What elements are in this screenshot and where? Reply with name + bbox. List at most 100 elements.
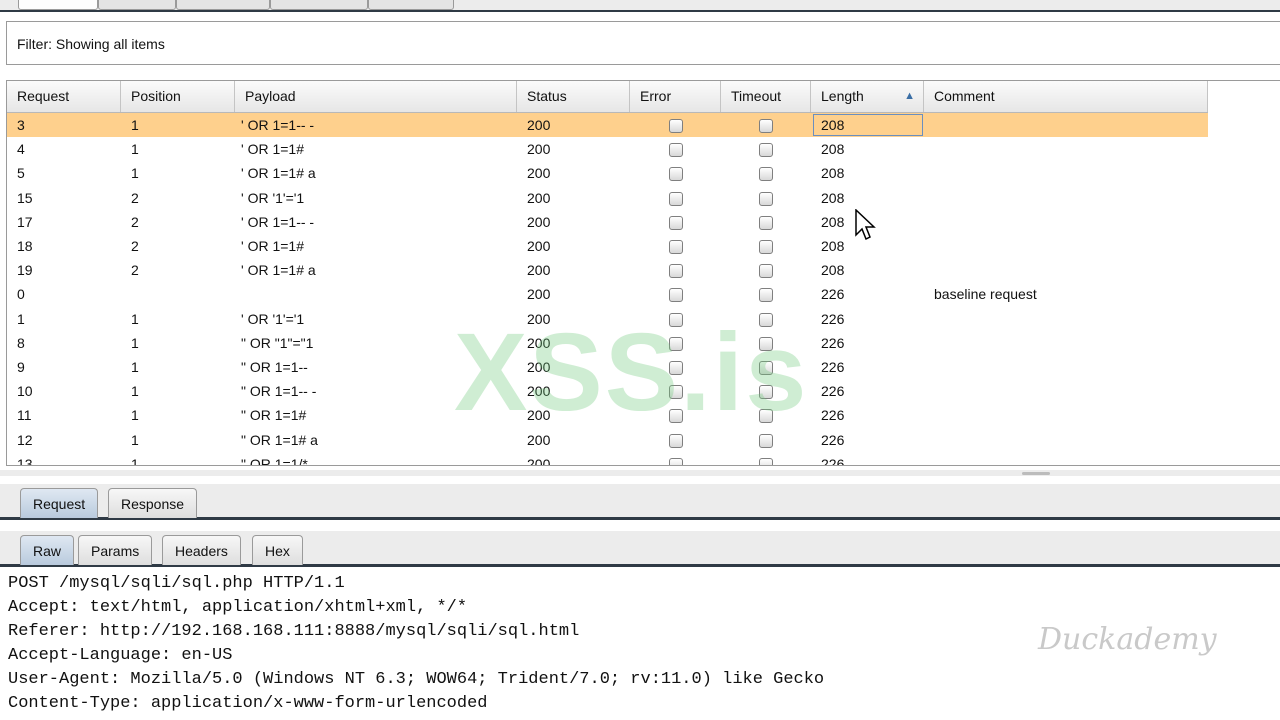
col-header-status[interactable]: Status: [517, 81, 630, 112]
cell-payload: ' OR 1=1-- -: [241, 117, 315, 133]
timeout-checkbox[interactable]: [759, 433, 773, 448]
top-tab-results[interactable]: [18, 0, 98, 10]
col-header-comment[interactable]: Comment: [924, 81, 1208, 112]
error-checkbox[interactable]: [669, 312, 683, 327]
col-header-error[interactable]: Error: [630, 81, 721, 112]
table-row[interactable]: 0 200 226 baseline request: [7, 282, 1208, 306]
error-checkbox[interactable]: [669, 336, 683, 351]
error-checkbox[interactable]: [669, 385, 683, 400]
cell-length: 208: [821, 262, 845, 279]
error-checkbox[interactable]: [669, 361, 683, 375]
tab-response[interactable]: Response: [108, 488, 198, 518]
filter-bar[interactable]: Filter: Showing all items: [6, 21, 1280, 65]
top-tab-4[interactable]: [270, 0, 368, 10]
cell-position: 2: [131, 262, 139, 279]
col-header-payload[interactable]: Payload: [235, 81, 517, 112]
table-row[interactable]: 18 2 ' OR 1=1# 200 208: [7, 234, 1208, 258]
top-tab-2[interactable]: [98, 0, 176, 10]
timeout-checkbox[interactable]: [759, 336, 773, 351]
timeout-checkbox[interactable]: [759, 143, 773, 158]
cell-status: 200: [527, 310, 551, 327]
col-header-timeout[interactable]: Timeout: [721, 81, 811, 112]
timeout-checkbox[interactable]: [759, 409, 773, 424]
cell-focus-outline: [813, 114, 923, 136]
tab-params[interactable]: Params: [78, 535, 153, 565]
raw-line: Accept-Language: en-US: [8, 646, 233, 665]
top-tab-5[interactable]: [368, 0, 454, 10]
cell-position: 2: [131, 189, 139, 206]
table-row[interactable]: 1 1 ' OR '1'='1 200 226: [7, 307, 1208, 331]
cell-request: 13: [17, 455, 33, 466]
timeout-checkbox[interactable]: [759, 167, 773, 182]
timeout-checkbox[interactable]: [759, 385, 773, 400]
table-row[interactable]: 4 1 ' OR 1=1# 200 208: [7, 137, 1208, 161]
timeout-checkbox[interactable]: [759, 312, 773, 327]
split-divider[interactable]: [0, 470, 1280, 476]
tab-headers[interactable]: Headers: [162, 535, 241, 565]
table-row[interactable]: 15 2 ' OR '1'='1 200 208: [7, 186, 1208, 210]
cell-status: 200: [527, 407, 551, 424]
cell-request: 11: [17, 407, 32, 424]
error-checkbox[interactable]: [669, 433, 683, 448]
table-row[interactable]: 13 1 " OR 1=1/* 200 226: [7, 452, 1208, 466]
cell-length: 226: [821, 310, 845, 327]
col-header-position[interactable]: Position: [121, 81, 235, 112]
triangle-up-icon: ▲: [904, 90, 915, 102]
table-row[interactable]: 10 1 " OR 1=1-- - 200 226: [7, 379, 1208, 403]
cell-length: 226: [821, 383, 845, 400]
mouse-pointer-icon: [855, 209, 876, 241]
top-tab-3[interactable]: [176, 0, 270, 10]
cell-request: 17: [17, 213, 33, 230]
cell-request: 0: [17, 286, 25, 303]
error-checkbox[interactable]: [669, 119, 683, 133]
error-checkbox[interactable]: [669, 191, 683, 206]
cell-length: 226: [821, 431, 845, 448]
cell-position: 2: [131, 238, 139, 254]
cell-status: 200: [527, 334, 551, 351]
error-checkbox[interactable]: [669, 264, 683, 279]
error-checkbox[interactable]: [669, 288, 683, 303]
cell-payload: ' OR 1=1# a: [241, 262, 316, 279]
timeout-checkbox[interactable]: [759, 119, 773, 133]
cell-request: 19: [17, 262, 33, 279]
cell-length: 226: [821, 334, 845, 351]
timeout-checkbox[interactable]: [759, 264, 773, 279]
table-header: Request Position Payload Status Error Ti…: [7, 81, 1208, 113]
col-header-request[interactable]: Request: [7, 81, 121, 112]
error-checkbox[interactable]: [669, 240, 683, 254]
cell-request: 12: [17, 431, 33, 448]
timeout-checkbox[interactable]: [759, 288, 773, 303]
table-row[interactable]: 12 1 " OR 1=1# a 200 226: [7, 428, 1208, 452]
timeout-checkbox[interactable]: [759, 457, 773, 465]
tab-hex[interactable]: Hex: [252, 535, 303, 565]
error-checkbox[interactable]: [669, 143, 683, 158]
timeout-checkbox[interactable]: [759, 361, 773, 375]
cell-length: 208: [821, 165, 845, 182]
cell-status: 200: [527, 141, 551, 158]
error-checkbox[interactable]: [669, 457, 683, 465]
error-checkbox[interactable]: [669, 167, 683, 182]
cell-status: 200: [527, 165, 551, 182]
tab-request[interactable]: Request: [20, 488, 99, 518]
timeout-checkbox[interactable]: [759, 191, 773, 206]
error-checkbox[interactable]: [669, 409, 683, 424]
cell-position: 1: [131, 310, 139, 327]
table-row[interactable]: 5 1 ' OR 1=1# a 200 208: [7, 161, 1208, 185]
cell-position: 2: [131, 213, 139, 230]
cell-payload: ' OR '1'='1: [241, 189, 305, 206]
table-row[interactable]: 3 1 ' OR 1=1-- -200 208: [7, 113, 1208, 137]
timeout-checkbox[interactable]: [759, 240, 773, 254]
timeout-checkbox[interactable]: [759, 215, 773, 230]
table-row[interactable]: 17 2 ' OR 1=1-- - 200 208: [7, 210, 1208, 234]
message-tabbar: Request Response: [0, 484, 1280, 520]
table-row[interactable]: 9 1 " OR 1=1-- 200 226: [7, 355, 1208, 379]
cell-position: 1: [131, 165, 139, 182]
col-header-length[interactable]: Length ▲: [811, 81, 924, 112]
table-row[interactable]: 19 2 ' OR 1=1# a 200 208: [7, 258, 1208, 282]
error-checkbox[interactable]: [669, 215, 683, 230]
table-row[interactable]: 8 1 " OR "1"="1 200 226: [7, 331, 1208, 355]
split-grip-icon[interactable]: [1022, 472, 1050, 475]
table-row[interactable]: 11 1 " OR 1=1# 200 226: [7, 403, 1208, 427]
cell-position: 1: [131, 141, 139, 158]
tab-raw[interactable]: Raw: [20, 535, 75, 565]
